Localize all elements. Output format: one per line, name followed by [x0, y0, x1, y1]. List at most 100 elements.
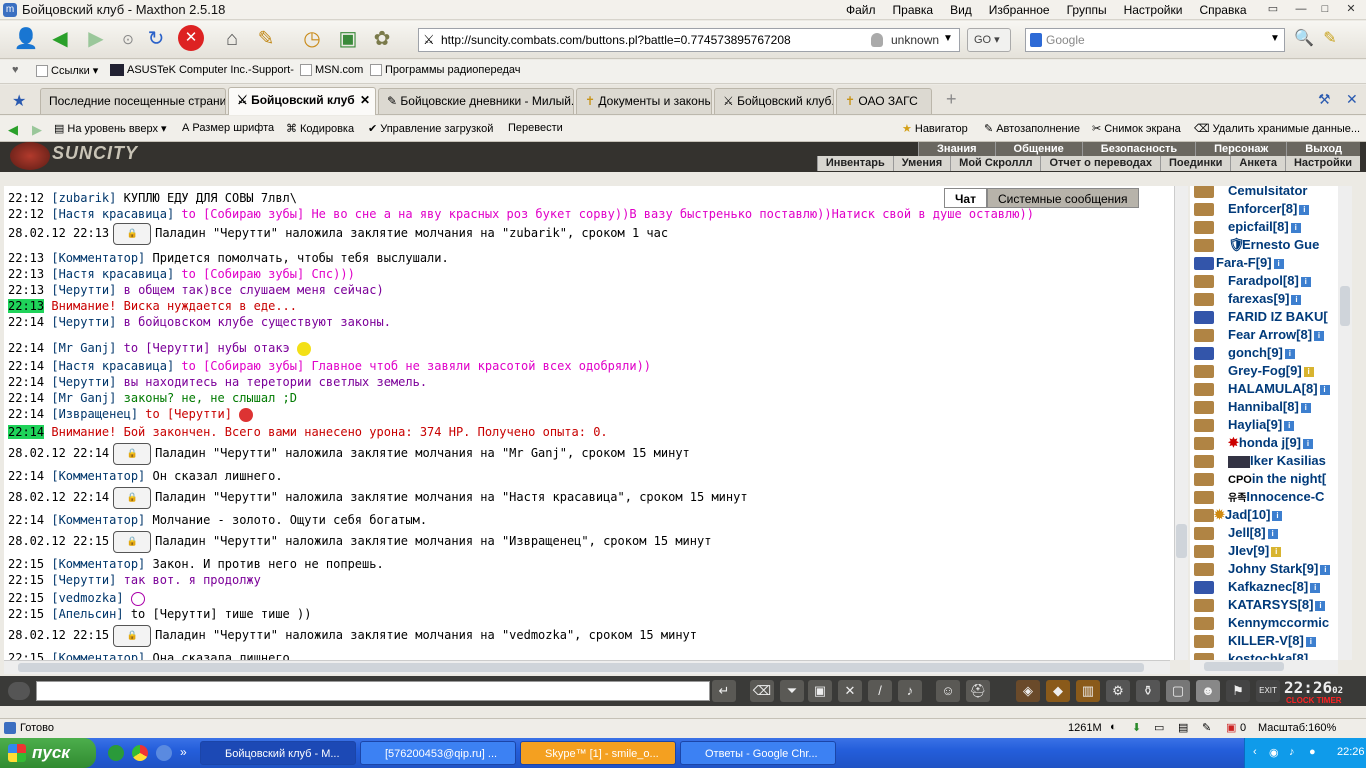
menu-inventory[interactable]: Инвентарь — [816, 156, 893, 171]
chat-nick[interactable]: [Черутти] — [51, 283, 116, 297]
download-icon[interactable]: ⬇ — [1132, 721, 1141, 734]
restore-icon[interactable]: ▭ — [1262, 1, 1284, 17]
delete-data-button[interactable]: ⌫ Удалить хранимые данные... — [1194, 122, 1360, 136]
user-item[interactable]: FARID IZ BAKU[ — [1190, 308, 1328, 326]
user-item[interactable]: gonch[9] i — [1190, 344, 1295, 362]
close-window-icon[interactable]: ✕ — [1340, 1, 1362, 17]
group-icon[interactable]: ☻ — [1196, 680, 1220, 702]
info-icon[interactable]: i — [1320, 564, 1331, 575]
user-item[interactable]: Johny Stark[9] i — [1190, 560, 1331, 578]
chat-vertical-scrollbar[interactable] — [1174, 186, 1188, 660]
info-icon[interactable]: i — [1272, 510, 1283, 521]
search-icon[interactable]: 🔍 — [1290, 25, 1318, 53]
chat-nick[interactable]: [Черутти] — [51, 315, 116, 329]
heart-icon[interactable]: ♥ — [12, 64, 19, 76]
history-icon[interactable]: ◷ — [298, 25, 326, 53]
tab-zags[interactable]: ✝ ОАО ЗАГС — [836, 88, 932, 114]
tab-system-messages[interactable]: Системные сообщения — [986, 188, 1139, 208]
maximize-icon[interactable]: □ — [1314, 1, 1336, 17]
exit-icon[interactable]: EXIT — [1256, 680, 1280, 702]
forward-icon[interactable]: ▶ — [32, 122, 42, 138]
user-item[interactable]: CPOin the night[ — [1190, 470, 1326, 488]
slash-icon[interactable]: / — [868, 680, 892, 702]
user-item[interactable]: Fara-F[9] i — [1190, 254, 1284, 272]
tray-arrow-icon[interactable]: ‹ — [1253, 746, 1257, 758]
chat-nick[interactable]: [Черутти] — [51, 375, 116, 389]
user-item[interactable]: Kafkaznec[8] i — [1190, 578, 1321, 596]
close-tab-icon[interactable]: ✕ — [360, 88, 370, 112]
network-icon[interactable]: ◉ — [1269, 746, 1279, 759]
user-item[interactable]: Fear Arrow[8] i — [1190, 326, 1325, 344]
taskbar-item-fight-club[interactable]: Бойцовский клуб - М... — [200, 741, 356, 765]
go-button[interactable]: GO ▾ — [967, 28, 1011, 52]
info-icon[interactable]: i — [1300, 402, 1311, 413]
chevron-right-icon[interactable]: » — [180, 745, 190, 761]
scroll-thumb[interactable] — [1204, 662, 1284, 671]
chat-horizontal-scrollbar[interactable] — [4, 660, 1170, 674]
close-all-icon[interactable]: ✕ — [1346, 91, 1358, 108]
chat-nick[interactable]: [Комментатор] — [51, 557, 145, 571]
chat-nick[interactable]: [Комментатор] — [51, 251, 145, 265]
menu-help[interactable]: Справка — [1199, 3, 1246, 17]
tray-clock[interactable]: 22:26 — [1337, 746, 1365, 758]
flag-icon[interactable]: ⚑ — [1226, 680, 1250, 702]
book-icon[interactable]: ▥ — [1076, 680, 1100, 702]
info-icon[interactable]: i — [1300, 276, 1311, 287]
emotes-icon[interactable] — [8, 682, 30, 700]
menu-transfer-report[interactable]: Отчет о переводах — [1040, 156, 1160, 171]
helmet-icon[interactable]: ⛑ — [966, 680, 990, 702]
back-icon[interactable]: ◀ — [46, 25, 74, 53]
stop-icon[interactable]: ✕ — [178, 25, 204, 51]
menu-profile[interactable]: Анкета — [1230, 156, 1285, 171]
menu-edit[interactable]: Правка — [893, 3, 934, 17]
menu-game-settings[interactable]: Настройки — [1284, 156, 1360, 171]
user-item[interactable]: HALAMULA[8] i — [1190, 380, 1330, 398]
wrench-icon[interactable]: ⚒ — [1318, 91, 1331, 108]
chat-nick[interactable]: [Настя красавица] — [51, 359, 174, 373]
smiley-icon[interactable]: ☺ — [936, 680, 960, 702]
scroll-thumb[interactable] — [1176, 524, 1187, 558]
navigator-button[interactable]: ★ Навигатор — [902, 122, 968, 136]
folder-icon[interactable]: ▤ — [1178, 721, 1188, 734]
menu-my-scroll[interactable]: Мой Скроллл — [950, 156, 1040, 171]
map-icon[interactable]: ◆ — [1046, 680, 1070, 702]
zoom-level[interactable]: Масштаб:160% — [1258, 722, 1336, 734]
mute-icon[interactable]: ◐ — [1110, 721, 1117, 733]
window-icon[interactable]: ▣ — [334, 25, 362, 53]
menu-settings[interactable]: Настройки — [1124, 3, 1183, 17]
chevron-down-icon[interactable]: ▼ — [943, 33, 953, 44]
user-item[interactable]: Grey-Fog[9] i — [1190, 362, 1314, 380]
pocket-icon[interactable]: ▢ — [1166, 680, 1190, 702]
taskbar-item-qip[interactable]: [576200453@qip.ru] ... — [360, 741, 516, 765]
translate-button[interactable]: Перевести — [508, 122, 563, 134]
user-item[interactable]: Iker Kasilias — [1190, 452, 1326, 470]
menu-knowledge[interactable]: Знания — [918, 142, 994, 156]
menu-character[interactable]: Персонаж — [1195, 142, 1286, 156]
user-item[interactable]: Haylia[9] i — [1190, 416, 1295, 434]
info-icon[interactable]: i — [1273, 258, 1284, 269]
chevron-down-icon[interactable]: ▼ — [1270, 33, 1280, 44]
info-icon[interactable]: i — [1299, 204, 1310, 215]
menu-security[interactable]: Безопасность — [1081, 142, 1195, 156]
clean-icon[interactable]: ✎ — [1316, 25, 1344, 53]
bookmark-msn[interactable]: MSN.com — [300, 64, 363, 76]
chat-nick[interactable]: [Настя красавица] — [51, 207, 174, 221]
dropdown-icon[interactable]: ⊙ — [114, 25, 142, 53]
user-item[interactable]: ✹Jad[10] i — [1190, 506, 1283, 524]
chrome-icon[interactable] — [132, 745, 148, 761]
new-tab-icon[interactable]: + — [946, 89, 957, 110]
menu-favorites[interactable]: Избранное — [989, 3, 1050, 17]
user-item[interactable]: farexas[9] i — [1190, 290, 1302, 308]
chat-input[interactable] — [36, 681, 710, 701]
chat-nick[interactable]: [Извращенец] — [51, 407, 138, 421]
font-size-button[interactable]: A Размер шрифта — [182, 122, 274, 134]
user-item[interactable]: JIev[9] i — [1190, 542, 1282, 560]
user-icon[interactable]: 👤 — [12, 25, 40, 53]
tab-recent[interactable]: Последние посещенные страницы — [40, 88, 226, 114]
pot-icon[interactable]: ⚱ — [1136, 680, 1160, 702]
taskbar-item-skype[interactable]: Skype™ [1] - smile_o... — [520, 741, 676, 765]
plugins-icon[interactable]: ✿ — [368, 25, 396, 53]
info-icon[interactable]: i — [1290, 222, 1301, 233]
info-icon[interactable]: i — [1284, 348, 1295, 359]
block-icon[interactable]: ▣ — [1226, 721, 1236, 734]
